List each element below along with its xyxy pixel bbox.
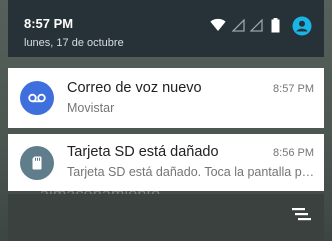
signal-icon — [249, 18, 263, 37]
sd-card-icon — [20, 146, 54, 180]
notification-title: Correo de voz nuevo — [67, 80, 202, 96]
account-icon[interactable] — [292, 16, 312, 41]
notification-title: Tarjeta SD está dañado — [67, 144, 219, 160]
notification-subtitle: Movistar — [67, 101, 115, 115]
notification-time: 8:56 PM — [273, 147, 314, 159]
clock: 8:57 PM — [24, 16, 74, 31]
wifi-icon — [210, 18, 226, 37]
notification-subtitle: Tarjeta SD está dañado. Toca la pantalla… — [67, 165, 317, 179]
notification-card-sd-card[interactable]: Tarjeta SD está dañado 8:56 PM Tarjeta S… — [8, 134, 324, 191]
voicemail-icon — [20, 81, 54, 115]
date-label[interactable]: lunes, 17 de octubre — [24, 37, 124, 49]
notification-card-voicemail[interactable]: Correo de voz nuevo 8:57 PM Movistar — [8, 68, 324, 128]
battery-icon — [271, 18, 280, 38]
signal-icon — [231, 18, 245, 37]
manage-notifications-icon[interactable] — [290, 205, 312, 225]
notification-footer — [8, 194, 324, 241]
notification-time: 8:57 PM — [273, 83, 314, 95]
notification-shade-header[interactable]: 8:57 PM lunes, 17 de octubre — [8, 0, 324, 57]
